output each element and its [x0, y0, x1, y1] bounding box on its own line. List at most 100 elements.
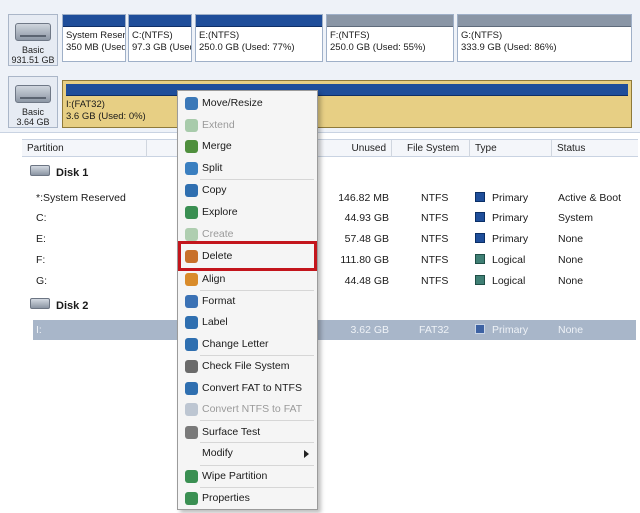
partition-block-g[interactable]: G:(NTFS) 333.9 GB (Used: 86%) — [457, 14, 632, 62]
logical-partition-icon — [475, 275, 485, 285]
column-header-file-system[interactable]: File System — [402, 140, 470, 157]
menu-separator — [200, 420, 314, 421]
menu-item-move-resize[interactable]: Move/Resize — [180, 93, 315, 114]
convert-ntfs-fat-icon — [185, 403, 198, 416]
partition-block-name: System Reserv — [66, 30, 126, 41]
column-header-partition[interactable]: Partition — [22, 140, 147, 157]
convert-fat-ntfs-icon — [185, 382, 198, 395]
primary-partition-icon — [475, 324, 485, 334]
partition-block-name: F:(NTFS) — [330, 30, 370, 41]
cell-status: None — [558, 324, 584, 336]
hard-disk-icon — [30, 165, 50, 176]
menu-item-copy[interactable]: Copy — [180, 180, 315, 201]
logical-partition-icon — [475, 254, 485, 264]
menu-item-check-file-system[interactable]: Check File System — [180, 356, 315, 377]
partition-block-i[interactable]: I:(FAT32) 3.6 GB (Used: 0%) — [62, 80, 632, 128]
primary-partition-icon — [475, 192, 485, 202]
cell-file-system: FAT32 — [419, 324, 450, 336]
extend-icon — [185, 119, 198, 132]
partition-block-system-reserved[interactable]: System Reserv 350 MB (Used: — [62, 14, 126, 62]
table-row-selected[interactable]: I: 3.62 GB FAT32 Primary None — [33, 320, 636, 340]
partition-block-info: 333.9 GB (Used: 86%) — [461, 41, 557, 53]
cell-unused: 146.82 MB — [338, 192, 389, 204]
menu-item-align[interactable]: Align — [180, 269, 315, 290]
table-row[interactable]: E: 57.48 GB NTFS Primary None — [22, 229, 638, 249]
column-header-type[interactable]: Type — [470, 140, 552, 157]
menu-item-properties[interactable]: Properties — [180, 488, 315, 509]
table-row[interactable]: G: 44.48 GB NTFS Logical None — [22, 271, 638, 291]
menu-item-modify[interactable]: Modify — [180, 443, 315, 464]
menu-item-label: Align — [202, 273, 226, 285]
disk-1-card[interactable]: Basic 931.51 GB — [8, 14, 58, 66]
partition-block-info: 3.6 GB (Used: 0%) — [66, 110, 146, 122]
column-header-status[interactable]: Status — [552, 140, 638, 157]
disk-1-type: Basic — [21, 45, 44, 55]
disk-2-card[interactable]: Basic 3.64 GB — [8, 76, 58, 128]
cell-unused: 3.62 GB — [350, 324, 389, 336]
check-file-system-icon — [185, 360, 198, 373]
create-icon — [185, 228, 198, 241]
usage-bar — [63, 15, 125, 27]
menu-item-change-letter[interactable]: Change Letter — [180, 334, 315, 355]
format-icon — [185, 295, 198, 308]
partition-block-info: 97.3 GB (Used — [132, 41, 192, 53]
cell-type: Primary — [492, 192, 529, 204]
menu-item-convert-ntfs-to-fat[interactable]: Convert NTFS to FAT — [180, 399, 315, 420]
menu-item-label: Format — [202, 295, 236, 307]
partition-block-e[interactable]: E:(NTFS) 250.0 GB (Used: 77%) — [195, 14, 323, 62]
cell-type: Logical — [492, 275, 526, 287]
partition-block-c[interactable]: C:(NTFS) 97.3 GB (Used — [128, 14, 192, 62]
context-menu: Move/Resize Extend Merge Split Copy Expl… — [177, 90, 318, 510]
move-resize-icon — [185, 97, 198, 110]
delete-highlight-box — [178, 241, 317, 271]
table-row[interactable]: F: 111.80 GB NTFS Logical None — [22, 250, 638, 270]
cell-partition: I: — [36, 324, 42, 336]
menu-item-label: Label — [202, 316, 228, 328]
menu-item-label: Extend — [202, 119, 235, 131]
menu-item-label: Wipe Partition — [202, 470, 268, 482]
partition-block-name: I:(FAT32) — [66, 99, 105, 110]
table-row[interactable]: C: 44.93 GB NTFS Primary System — [22, 208, 638, 228]
cell-status: Active & Boot — [558, 192, 622, 204]
menu-item-extend[interactable]: Extend — [180, 115, 315, 136]
disk-group-header[interactable]: Disk 1 — [22, 163, 638, 183]
removable-disk-icon — [15, 85, 51, 103]
menu-item-label: Copy — [202, 184, 227, 196]
menu-item-surface-test[interactable]: Surface Test — [180, 422, 315, 443]
properties-icon — [185, 492, 198, 505]
menu-item-explore[interactable]: Explore — [180, 202, 315, 223]
cell-file-system: NTFS — [421, 192, 449, 204]
cell-type: Primary — [492, 324, 529, 336]
partition-block-name: C:(NTFS) — [132, 30, 173, 41]
cell-status: None — [558, 254, 584, 266]
menu-item-label-partition[interactable]: Label — [180, 312, 315, 333]
partition-block-f[interactable]: F:(NTFS) 250.0 GB (Used: 55%) — [326, 14, 454, 62]
cell-status: None — [558, 233, 584, 245]
primary-partition-icon — [475, 212, 485, 222]
menu-item-label: Split — [202, 162, 223, 174]
cell-unused: 57.48 GB — [344, 233, 389, 245]
cell-partition: G: — [36, 275, 48, 287]
usage-bar — [129, 15, 191, 27]
partition-block-name: G:(NTFS) — [461, 30, 503, 41]
menu-item-label: Convert NTFS to FAT — [202, 403, 303, 415]
menu-item-format[interactable]: Format — [180, 291, 315, 312]
menu-item-merge[interactable]: Merge — [180, 136, 315, 157]
menu-item-convert-fat-to-ntfs[interactable]: Convert FAT to NTFS — [180, 378, 315, 399]
cell-status: System — [558, 212, 594, 224]
cell-type: Logical — [492, 254, 526, 266]
cell-partition: F: — [36, 254, 46, 266]
menu-item-label: Move/Resize — [202, 97, 263, 109]
disk-group-header[interactable]: Disk 2 — [22, 296, 638, 316]
menu-item-wipe-partition[interactable]: Wipe Partition — [180, 466, 315, 487]
cell-partition: *:System Reserved — [36, 192, 126, 204]
cell-file-system: NTFS — [421, 254, 449, 266]
column-header-unused[interactable]: Unused — [317, 140, 392, 157]
partition-block-info: 350 MB (Used: — [66, 41, 126, 53]
removable-disk-icon — [30, 298, 50, 309]
menu-item-split[interactable]: Split — [180, 158, 315, 179]
disk-group-name: Disk 2 — [56, 300, 89, 312]
surface-test-icon — [185, 426, 198, 439]
table-row[interactable]: *:System Reserved 146.82 MB NTFS Primary… — [22, 188, 638, 208]
disk-2-type: Basic — [21, 107, 44, 117]
